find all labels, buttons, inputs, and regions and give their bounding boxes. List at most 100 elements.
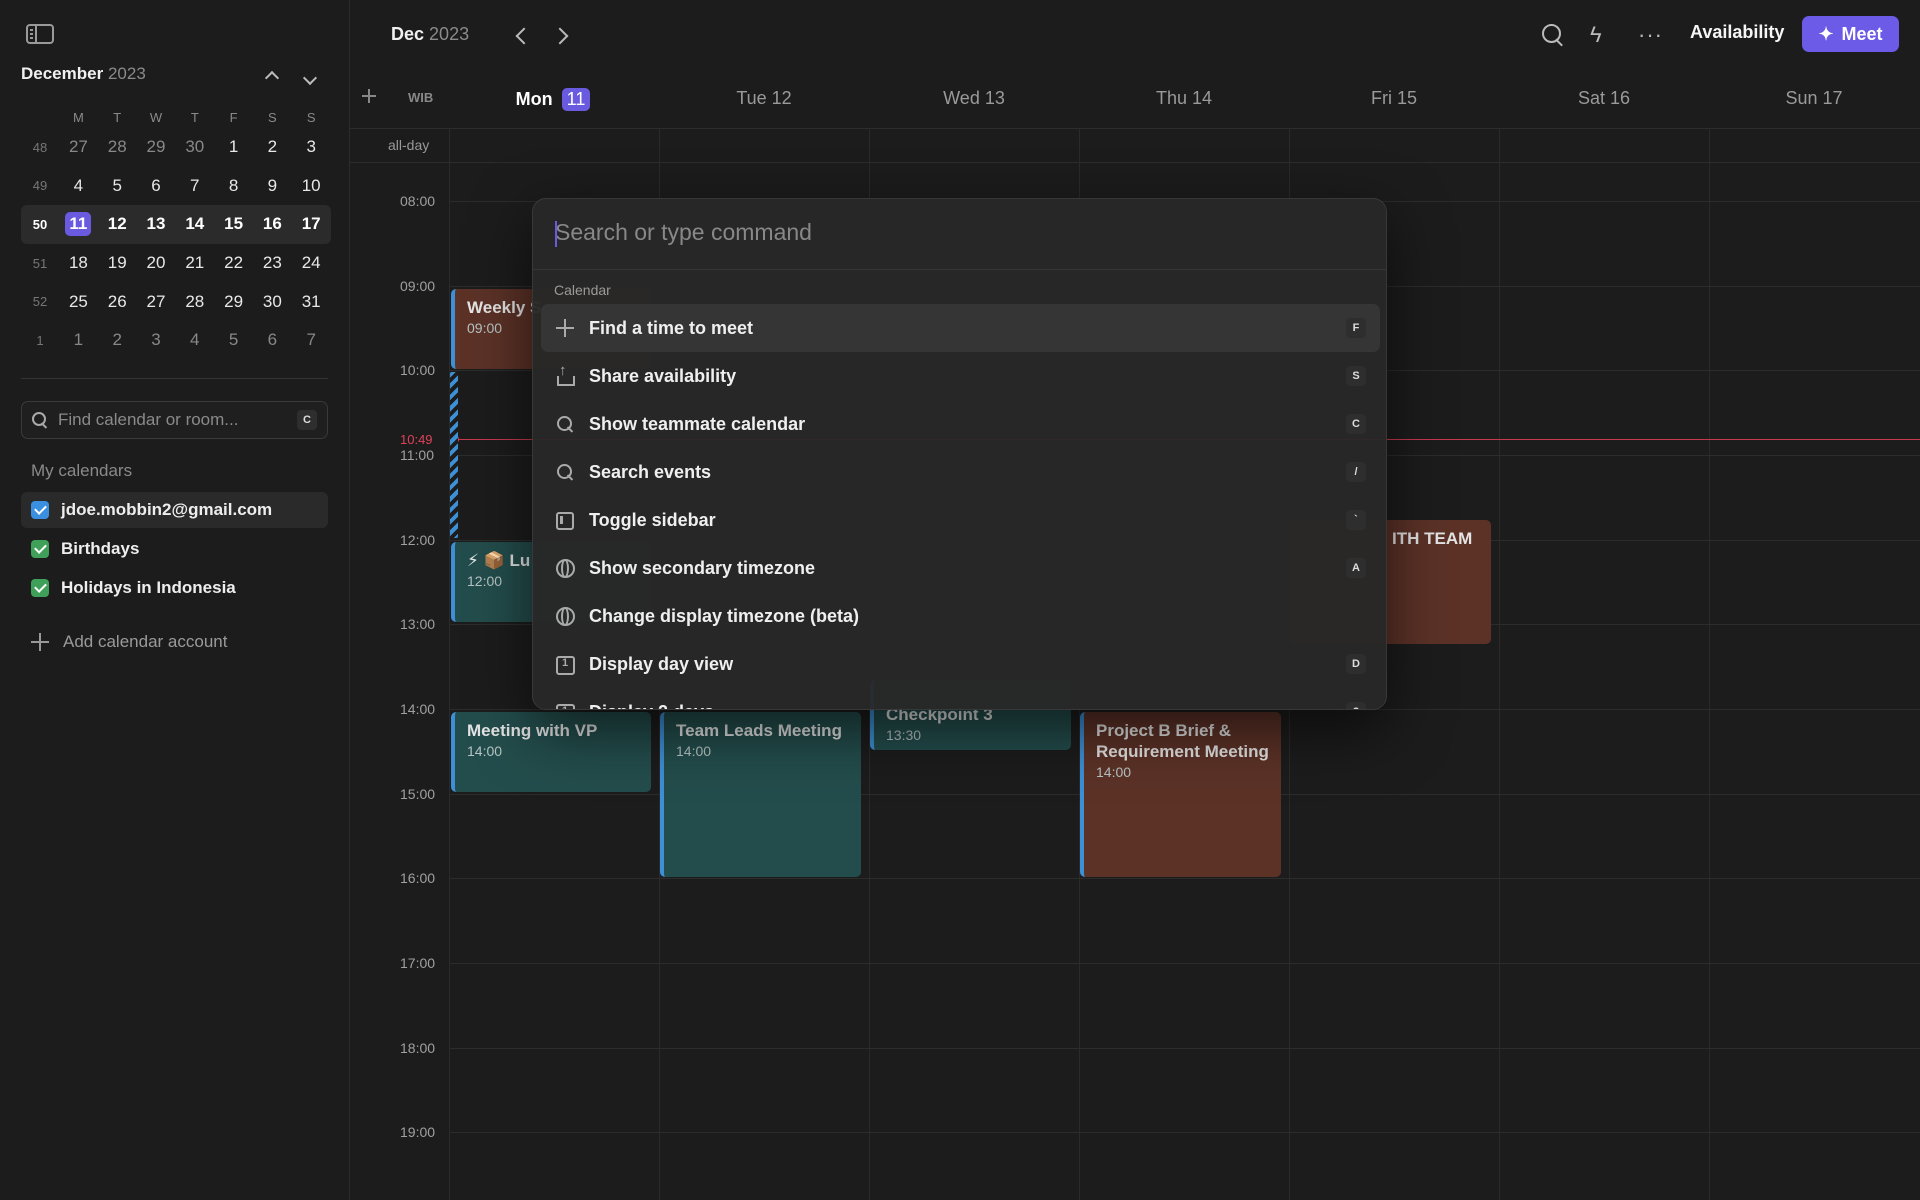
week-row: 52 25 26 27 28 29 30 31 [21, 282, 331, 321]
event-team-leads[interactable]: Team Leads Meeting 14:00 [660, 712, 861, 877]
command-two-days[interactable]: Display 2 days 2 [541, 688, 1380, 709]
mini-day[interactable]: 29 [214, 292, 253, 312]
command-palette: Calendar Find a time to meet F Share ava… [532, 198, 1387, 710]
add-calendar-button[interactable]: Add calendar account [31, 632, 227, 652]
event-meeting-vp[interactable]: Meeting with VP 14:00 [451, 712, 651, 792]
day-header-wed[interactable]: Wed 13 [869, 88, 1079, 109]
mini-day[interactable]: 6 [253, 330, 292, 350]
availability-button[interactable]: Availability [1690, 22, 1784, 43]
command-change-timezone[interactable]: Change display timezone (beta) [541, 592, 1380, 640]
mini-day[interactable]: 5 [98, 176, 137, 196]
mini-day[interactable]: 1 [59, 330, 98, 350]
hour-label: 11:00 [400, 447, 434, 463]
mini-day[interactable]: 2 [253, 137, 292, 157]
checkbox-icon[interactable] [31, 579, 49, 597]
day-header-sun[interactable]: Sun 17 [1709, 88, 1919, 109]
mini-day[interactable]: 27 [59, 137, 98, 157]
mini-day[interactable]: 24 [292, 253, 331, 273]
day-header-tue[interactable]: Tue 12 [659, 88, 869, 109]
current-time-label: 10:49 [400, 432, 433, 447]
mini-day[interactable]: 21 [175, 253, 214, 273]
mini-day[interactable]: 15 [214, 214, 253, 234]
mini-day[interactable]: 28 [175, 292, 214, 312]
mini-day[interactable]: 28 [98, 137, 137, 157]
mini-day[interactable]: 13 [137, 214, 176, 234]
grid-column-line [449, 128, 450, 1200]
mini-day[interactable]: 14 [175, 214, 214, 234]
mini-day[interactable]: 29 [137, 137, 176, 157]
current-week-row: 50 11 12 13 14 15 16 17 [21, 205, 331, 244]
mini-day[interactable]: 7 [292, 330, 331, 350]
today-indicator: 11 [561, 88, 591, 111]
command-day-view[interactable]: Display day view D [541, 640, 1380, 688]
day-header-mon[interactable]: Mon 11 [448, 88, 658, 111]
checkbox-icon[interactable] [31, 501, 49, 519]
calendar-item-jdoe[interactable]: jdoe.mobbin2@gmail.com [21, 492, 328, 528]
mini-day[interactable]: 22 [214, 253, 253, 273]
mini-day-today[interactable]: 11 [59, 212, 98, 237]
command-toggle-sidebar[interactable]: Toggle sidebar ` [541, 496, 1380, 544]
command-share-availability[interactable]: Share availability S [541, 352, 1380, 400]
command-secondary-timezone[interactable]: Show secondary timezone A [541, 544, 1380, 592]
mini-day[interactable]: 1 [214, 137, 253, 157]
mini-day[interactable]: 23 [253, 253, 292, 273]
chevron-right-icon[interactable] [552, 26, 572, 46]
mini-day[interactable]: 4 [175, 330, 214, 350]
day-header-thu[interactable]: Thu 14 [1079, 88, 1289, 109]
mini-day[interactable]: 2 [98, 330, 137, 350]
meet-button[interactable]: ✦ Meet [1802, 16, 1899, 52]
mini-day[interactable]: 19 [98, 253, 137, 273]
command-label: Show teammate calendar [589, 413, 806, 434]
day-header-sat[interactable]: Sat 16 [1499, 88, 1709, 109]
hour-label: 18:00 [400, 1040, 436, 1056]
mini-day[interactable]: 30 [175, 137, 214, 157]
lightning-icon[interactable]: ϟ [1590, 22, 1610, 48]
shortcut-badge: F [1346, 318, 1366, 338]
shortcut-badge: D [1346, 654, 1366, 674]
mini-day[interactable]: 3 [137, 330, 176, 350]
day-header-fri[interactable]: Fri 15 [1289, 88, 1499, 109]
chevron-down-icon[interactable] [299, 66, 321, 88]
mini-day[interactable]: 30 [253, 292, 292, 312]
find-calendar-input[interactable] [58, 410, 297, 430]
search-icon[interactable] [1542, 24, 1566, 48]
sidebar-icon [555, 510, 575, 530]
event-project-b[interactable]: Project B Brief & Requirement Meeting 14… [1080, 712, 1281, 877]
sparkle-icon: ✦ [1818, 23, 1834, 44]
grid-column-line [1499, 128, 1500, 1200]
mini-day[interactable]: 10 [292, 176, 331, 196]
mini-day[interactable]: 27 [137, 292, 176, 312]
command-search-input[interactable] [555, 219, 1355, 246]
sidebar-toggle-icon[interactable] [26, 24, 54, 44]
mini-calendar-year: 2023 [107, 64, 146, 83]
command-show-teammate[interactable]: Show teammate calendar C [541, 400, 1380, 448]
mini-day[interactable]: 6 [137, 176, 176, 196]
calendar-item-birthdays[interactable]: Birthdays [21, 531, 328, 567]
mini-day[interactable]: 12 [98, 214, 137, 234]
command-find-time[interactable]: Find a time to meet F [541, 304, 1380, 352]
chevron-left-icon[interactable] [512, 26, 532, 46]
mini-day[interactable]: 3 [292, 137, 331, 157]
mini-day[interactable]: 9 [253, 176, 292, 196]
mini-day[interactable]: 18 [59, 253, 98, 273]
mini-day[interactable]: 4 [59, 176, 98, 196]
mini-day[interactable]: 25 [59, 292, 98, 312]
plus-icon [555, 318, 575, 338]
more-icon[interactable]: ··· [1638, 22, 1663, 48]
add-event-icon[interactable] [362, 89, 376, 103]
chevron-up-icon[interactable] [261, 66, 283, 88]
tentative-event-marker[interactable] [450, 372, 458, 538]
calendar-item-holidays[interactable]: Holidays in Indonesia [21, 570, 328, 606]
command-search-events[interactable]: Search events / [541, 448, 1380, 496]
hour-label: 19:00 [400, 1124, 436, 1140]
mini-day[interactable]: 20 [137, 253, 176, 273]
mini-day[interactable]: 16 [253, 214, 292, 234]
mini-day[interactable]: 5 [214, 330, 253, 350]
mini-day[interactable]: 8 [214, 176, 253, 196]
mini-day[interactable]: 31 [292, 292, 331, 312]
checkbox-icon[interactable] [31, 540, 49, 558]
mini-day[interactable]: 17 [292, 214, 331, 234]
mini-day[interactable]: 26 [98, 292, 137, 312]
mini-day[interactable]: 7 [175, 176, 214, 196]
find-calendar-field[interactable]: C [21, 401, 328, 439]
